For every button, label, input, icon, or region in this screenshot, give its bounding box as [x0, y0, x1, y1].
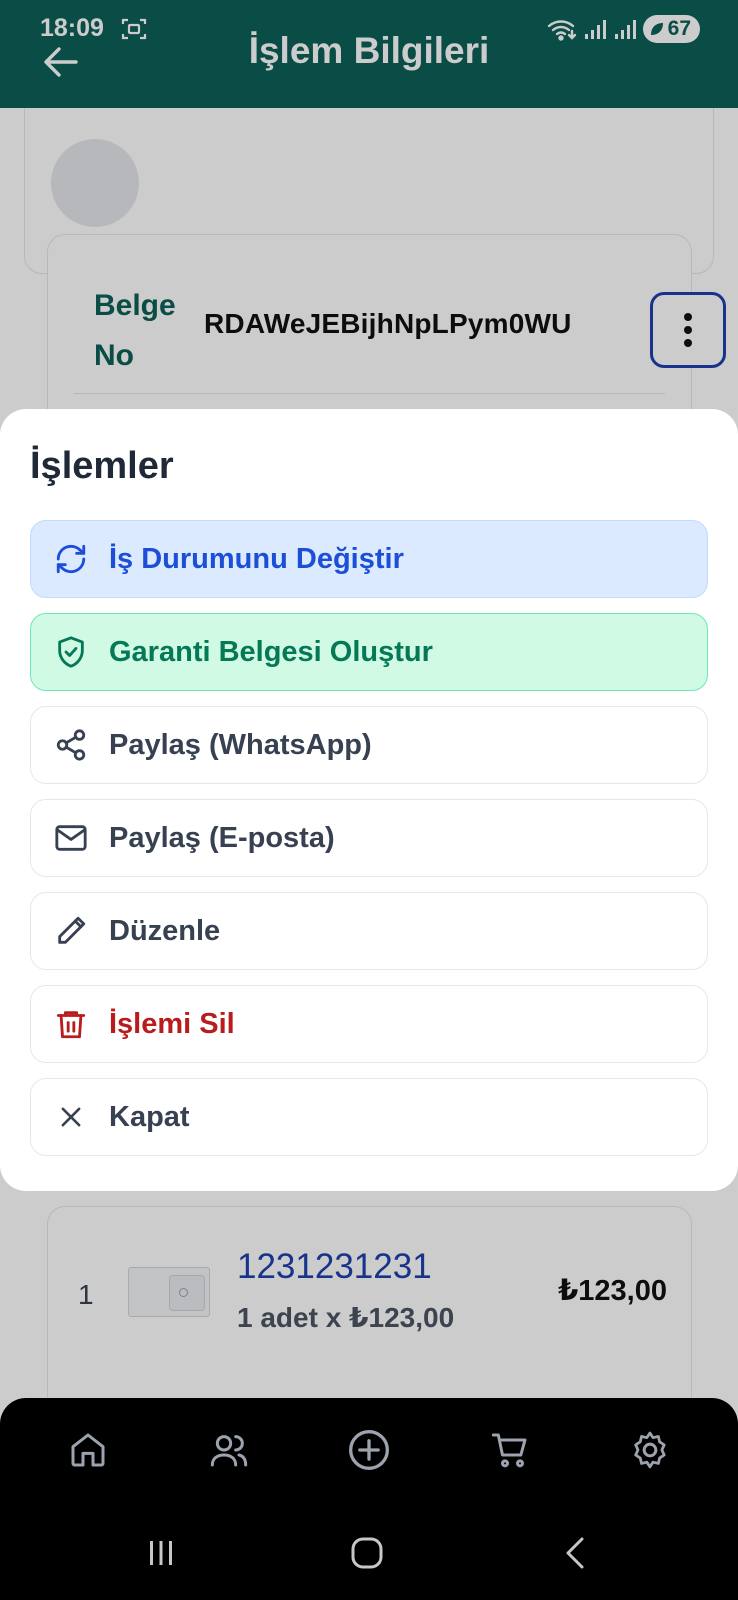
- refresh-icon: [53, 541, 89, 577]
- create-warranty-button[interactable]: Garanti Belgesi Oluştur: [30, 613, 708, 691]
- users-icon: [210, 1435, 248, 1467]
- close-icon: [53, 1099, 89, 1135]
- plus-circle-icon: [349, 1430, 389, 1470]
- action-label: İşlemi Sil: [109, 1007, 235, 1040]
- mail-icon: [53, 820, 89, 856]
- nav-cart[interactable]: [484, 1424, 536, 1476]
- action-label: Düzenle: [109, 914, 221, 947]
- share-icon: [53, 727, 89, 763]
- nav-customers[interactable]: [203, 1424, 255, 1476]
- settings-icon: [634, 1431, 666, 1469]
- home-system-button[interactable]: [337, 1528, 397, 1578]
- chevron-left-icon: [566, 1537, 584, 1569]
- action-label: Garanti Belgesi Oluştur: [109, 635, 433, 668]
- share-email-button[interactable]: Paylaş (E-posta): [30, 799, 708, 877]
- close-button[interactable]: Kapat: [30, 1078, 708, 1156]
- actions-sheet: İşlemler İş Durumunu Değiştir Garanti Be…: [0, 409, 738, 1191]
- nav-add[interactable]: [343, 1424, 395, 1476]
- bottom-nav: [0, 1398, 738, 1600]
- sheet-title: İşlemler: [30, 445, 174, 487]
- nav-home[interactable]: [62, 1424, 114, 1476]
- home-circle-icon: [351, 1537, 383, 1569]
- cart-icon: [491, 1433, 527, 1468]
- home-icon: [71, 1433, 105, 1467]
- recent-apps-button[interactable]: [131, 1528, 191, 1578]
- action-label: Paylaş (WhatsApp): [109, 728, 372, 761]
- action-label: Kapat: [109, 1100, 190, 1133]
- shield-check-icon: [53, 634, 89, 670]
- recent-apps-icon: [150, 1541, 172, 1565]
- share-whatsapp-button[interactable]: Paylaş (WhatsApp): [30, 706, 708, 784]
- change-status-button[interactable]: İş Durumunu Değiştir: [30, 520, 708, 598]
- nav-settings[interactable]: [624, 1424, 676, 1476]
- action-label: İş Durumunu Değiştir: [109, 542, 404, 575]
- trash-icon: [53, 1006, 89, 1042]
- action-label: Paylaş (E-posta): [109, 821, 335, 854]
- pencil-icon: [53, 913, 89, 949]
- edit-button[interactable]: Düzenle: [30, 892, 708, 970]
- delete-button[interactable]: İşlemi Sil: [30, 985, 708, 1063]
- system-back-button[interactable]: [545, 1528, 605, 1578]
